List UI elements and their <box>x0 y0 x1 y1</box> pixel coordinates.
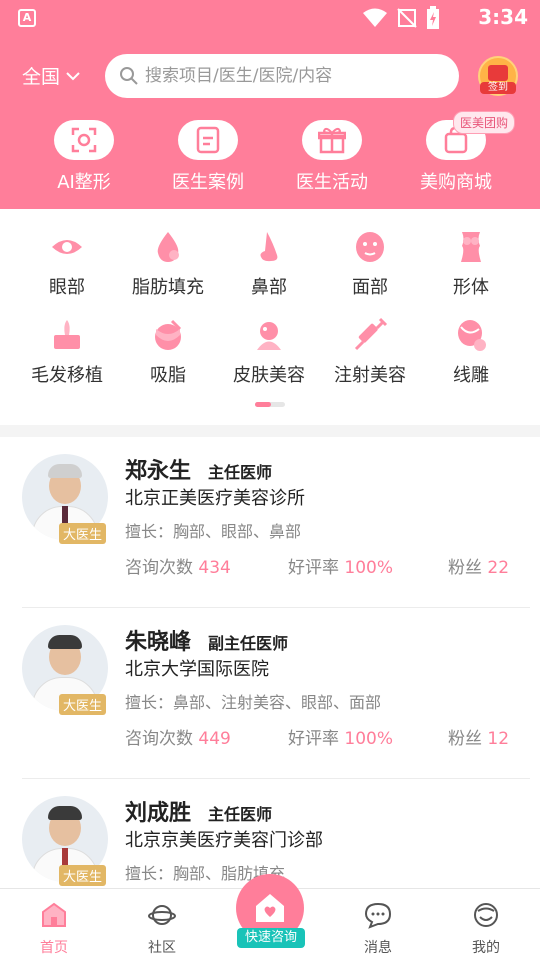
category-label: 形体 <box>453 277 489 298</box>
big-doctor-badge: 大医生 <box>59 523 107 544</box>
nav-mine-label: 我的 <box>472 940 500 956</box>
quick-consult-label[interactable]: 快速咨询 <box>237 928 305 948</box>
smiley-icon <box>474 903 498 927</box>
category-label: 眼部 <box>49 277 85 298</box>
region-label: 全国 <box>22 66 61 88</box>
gift-icon <box>302 120 362 160</box>
battery-charging-icon <box>427 6 439 29</box>
category-grid: 眼部 脂肪填充 鼻部 面部 形体 毛发移植 吸脂 皮肤美容 注射美容 线雕 <box>0 209 540 425</box>
category-fat-filling[interactable]: 脂肪填充 <box>118 229 218 299</box>
category-label: 鼻部 <box>251 277 287 298</box>
liposuction-icon <box>155 319 182 350</box>
fans: 粉丝 12 <box>448 729 510 749</box>
ai-face-scan-icon <box>54 120 114 160</box>
section-divider <box>0 425 540 437</box>
category-eye[interactable]: 眼部 <box>17 229 117 299</box>
nav-community-label: 社区 <box>148 940 176 956</box>
category-face[interactable]: 面部 <box>320 229 420 299</box>
big-doctor-badge: 大医生 <box>59 694 107 715</box>
doctor-hospital: 北京正美医疗美容诊所 <box>125 488 305 509</box>
skin-icon <box>257 322 281 350</box>
hair-icon <box>54 320 80 349</box>
nose-icon <box>260 232 278 262</box>
doctor-title: 主任医师 <box>208 463 273 482</box>
category-injection[interactable]: 注射美容 <box>320 317 420 387</box>
doctor-name: 刘成胜 <box>125 801 192 826</box>
status-icons <box>362 6 440 30</box>
category-label: 面部 <box>352 277 388 298</box>
quick-entry-label: 医生案例 <box>172 172 244 193</box>
category-nose[interactable]: 鼻部 <box>219 229 319 299</box>
clock: 3:34 <box>478 5 528 29</box>
no-signal-icon <box>397 8 417 28</box>
category-label: 皮肤美容 <box>233 365 305 386</box>
category-skin[interactable]: 皮肤美容 <box>219 317 319 387</box>
category-label: 吸脂 <box>150 365 186 386</box>
group-buy-badge: 医美团购 <box>453 111 516 134</box>
doctor-name: 朱晓峰 <box>125 630 192 655</box>
category-hair[interactable]: 毛发移植 <box>17 317 117 387</box>
doctor-card[interactable]: 大医生 郑永生 主任医师 北京正美医疗美容诊所 擅长：胸部、眼部、鼻部 咨询次数… <box>0 437 540 608</box>
doctor-hospital: 北京京美医疗美容门诊部 <box>125 830 323 851</box>
doctor-name: 郑永生 <box>125 459 192 484</box>
category-liposuction[interactable]: 吸脂 <box>118 317 218 387</box>
case-book-icon <box>178 120 238 160</box>
nav-home[interactable]: 首页 <box>14 901 94 957</box>
quick-entry-label: AI整形 <box>57 172 111 193</box>
header-banner: A 3:34 全国 签到 AI整形 <box>0 0 540 209</box>
home-icon <box>42 902 66 927</box>
doctor-card[interactable]: 大医生 朱晓峰 副主任医师 北京大学国际医院 擅长：鼻部、注射美容、眼部、面部 … <box>0 608 540 779</box>
page-indicator <box>255 402 285 407</box>
consult-count: 咨询次数 449 <box>125 729 231 749</box>
category-body[interactable]: 形体 <box>421 229 521 299</box>
rating: 好评率 100% <box>288 558 394 578</box>
nav-mine[interactable]: 我的 <box>446 901 526 957</box>
category-label: 线雕 <box>453 365 489 386</box>
nav-messages-label: 消息 <box>364 940 392 956</box>
eye-icon <box>52 240 82 254</box>
nav-community[interactable]: 社区 <box>122 901 202 957</box>
chat-bubble-icon <box>364 902 392 929</box>
home-heart-icon <box>256 894 284 922</box>
category-thread-lift[interactable]: 线雕 <box>421 317 521 387</box>
doctor-title: 副主任医师 <box>208 634 289 653</box>
category-label: 脂肪填充 <box>132 277 204 298</box>
quick-entry-label: 美购商城 <box>420 172 492 193</box>
syringe-icon <box>354 317 388 351</box>
gift-box-icon <box>488 65 508 81</box>
category-label: 毛发移植 <box>31 365 103 386</box>
fat-drop-icon <box>157 232 179 262</box>
page-indicator-active <box>255 402 271 407</box>
planet-icon <box>148 905 176 925</box>
category-label: 注射美容 <box>334 365 406 386</box>
checkin-label: 签到 <box>480 82 516 94</box>
quick-entry-activities[interactable]: 医生活动 <box>272 120 392 194</box>
search-icon <box>120 67 138 85</box>
doctor-title: 主任医师 <box>208 805 273 824</box>
fans: 粉丝 22 <box>448 558 510 578</box>
checkin-button[interactable]: 签到 <box>478 56 518 96</box>
doctor-hospital: 北京大学国际医院 <box>125 659 269 680</box>
search-input[interactable] <box>145 66 445 86</box>
body-icon <box>461 232 481 262</box>
search-row: 全国 签到 <box>0 54 540 98</box>
quick-entry-label: 医生活动 <box>296 172 368 193</box>
status-bar: A 3:34 <box>0 0 540 36</box>
search-box[interactable] <box>105 54 459 98</box>
nav-home-label: 首页 <box>40 940 68 956</box>
nav-messages[interactable]: 消息 <box>338 901 418 957</box>
consult-count: 咨询次数 434 <box>125 558 231 578</box>
thread-lift-icon <box>458 320 486 351</box>
app-notification-icon: A <box>18 9 36 27</box>
big-doctor-badge: 大医生 <box>59 865 107 886</box>
rating: 好评率 100% <box>288 729 394 749</box>
region-selector[interactable]: 全国 <box>22 62 80 89</box>
doctor-specialty: 擅长：胸部、眼部、鼻部 <box>125 522 302 541</box>
quick-entry-ai[interactable]: AI整形 <box>24 120 144 194</box>
quick-entry-cases[interactable]: 医生案例 <box>148 120 268 194</box>
face-icon <box>356 232 384 262</box>
doctor-specialty: 擅长：鼻部、注射美容、眼部、面部 <box>125 693 382 712</box>
wifi-icon <box>363 8 387 27</box>
chevron-down-icon <box>66 71 80 80</box>
